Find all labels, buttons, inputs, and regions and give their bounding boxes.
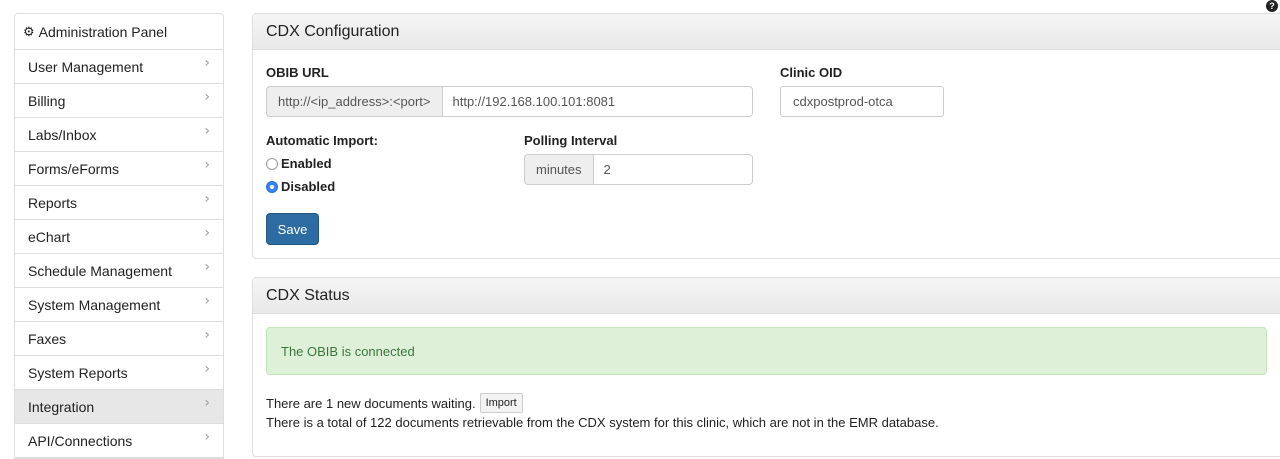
- documents-total-text: There is a total of 122 documents retrie…: [266, 415, 939, 430]
- cdx-configuration-panel: CDX Configuration OBIB URL http://<ip_ad…: [252, 13, 1280, 259]
- chevron-right-icon: ›: [204, 292, 210, 309]
- radio-enabled[interactable]: Enabled: [266, 156, 332, 171]
- gear-icon: ⚙: [23, 23, 35, 39]
- sidebar-item-reports[interactable]: Reports ›: [15, 186, 223, 220]
- obib-url-addon: http://<ip_address>:<port>: [266, 86, 442, 117]
- sidebar-item-system-management[interactable]: System Management ›: [15, 288, 223, 322]
- sidebar-item-integration[interactable]: Integration ›: [15, 390, 223, 424]
- cdx-status-panel: CDX Status The OBIB is connected There a…: [252, 277, 1280, 457]
- sidebar-item-api-connections[interactable]: API/Connections ›: [15, 424, 223, 458]
- panel-title: CDX Status: [253, 278, 1280, 314]
- clinic-oid-label: Clinic OID: [780, 65, 843, 80]
- sidebar-item-label: Faxes: [28, 330, 67, 347]
- chevron-right-icon: ›: [204, 360, 210, 377]
- obib-url-group: http://<ip_address>:<port> http://192.16…: [266, 86, 753, 117]
- radio-disabled[interactable]: Disabled: [266, 179, 335, 194]
- sidebar-item-schedule-management[interactable]: Schedule Management ›: [15, 254, 223, 288]
- import-button[interactable]: Import: [479, 393, 523, 413]
- sidebar-item-billing[interactable]: Billing ›: [15, 84, 223, 118]
- obib-url-input[interactable]: http://192.168.100.101:8081: [441, 86, 753, 117]
- chevron-right-icon: ›: [204, 122, 210, 139]
- sidebar-item-label: Schedule Management: [28, 262, 172, 279]
- radio-label: Enabled: [281, 156, 332, 171]
- chevron-right-icon: ›: [204, 394, 210, 411]
- polling-interval-group: minutes 2: [524, 154, 753, 185]
- radio-label: Disabled: [281, 179, 336, 194]
- sidebar-item-label: Labs/Inbox: [28, 126, 97, 143]
- admin-sidebar: ⚙ Administration Panel User Management ›…: [14, 13, 224, 459]
- documents-waiting-line: There are 1 new documents waiting. Impor…: [266, 393, 523, 413]
- radio-button-selected[interactable]: [266, 180, 278, 193]
- documents-waiting-text: There are 1 new documents waiting.: [266, 395, 476, 411]
- sidebar-item-label: System Reports: [28, 364, 128, 381]
- sidebar-item-labs-inbox[interactable]: Labs/Inbox ›: [15, 118, 223, 152]
- sidebar-item-label: eChart: [28, 228, 71, 245]
- chevron-right-icon: ›: [204, 224, 210, 241]
- sidebar-item-echart[interactable]: eChart ›: [15, 220, 223, 254]
- sidebar-item-system-reports[interactable]: System Reports ›: [15, 356, 223, 390]
- polling-interval-label: Polling Interval: [524, 133, 618, 148]
- chevron-right-icon: ›: [204, 190, 210, 207]
- sidebar-item-forms-eforms[interactable]: Forms/eForms ›: [15, 152, 223, 186]
- clinic-oid-input[interactable]: cdxpostprod-otca: [780, 86, 944, 117]
- connection-status-alert: The OBIB is connected: [266, 327, 1267, 375]
- obib-url-label: OBIB URL: [266, 65, 329, 80]
- sidebar-item-user-management[interactable]: User Management ›: [15, 50, 223, 84]
- sidebar-header: ⚙ Administration Panel: [15, 14, 223, 50]
- radio-button[interactable]: [266, 157, 278, 170]
- help-icon[interactable]: ?: [1266, 0, 1278, 12]
- sidebar-item-faxes[interactable]: Faxes ›: [15, 322, 223, 356]
- sidebar-item-label: Integration: [28, 398, 95, 415]
- sidebar-item-label: System Management: [28, 296, 161, 313]
- chevron-right-icon: ›: [204, 88, 210, 105]
- sidebar-item-label: Forms/eForms: [28, 160, 119, 177]
- save-button[interactable]: Save: [266, 213, 319, 245]
- automatic-import-label: Automatic Import:: [266, 133, 378, 148]
- chevron-right-icon: ›: [204, 258, 210, 275]
- polling-interval-input[interactable]: 2: [592, 154, 753, 185]
- polling-interval-addon: minutes: [524, 154, 593, 185]
- chevron-right-icon: ›: [204, 326, 210, 343]
- sidebar-item-label: Reports: [28, 194, 78, 211]
- sidebar-title: Administration Panel: [38, 23, 168, 40]
- chevron-right-icon: ›: [204, 428, 210, 445]
- panel-title: CDX Configuration: [253, 14, 1280, 50]
- chevron-right-icon: ›: [204, 156, 210, 173]
- sidebar-item-label: Billing: [28, 92, 66, 109]
- chevron-right-icon: ›: [204, 54, 210, 71]
- sidebar-item-label: User Management: [28, 58, 144, 75]
- sidebar-item-label: API/Connections: [28, 432, 133, 449]
